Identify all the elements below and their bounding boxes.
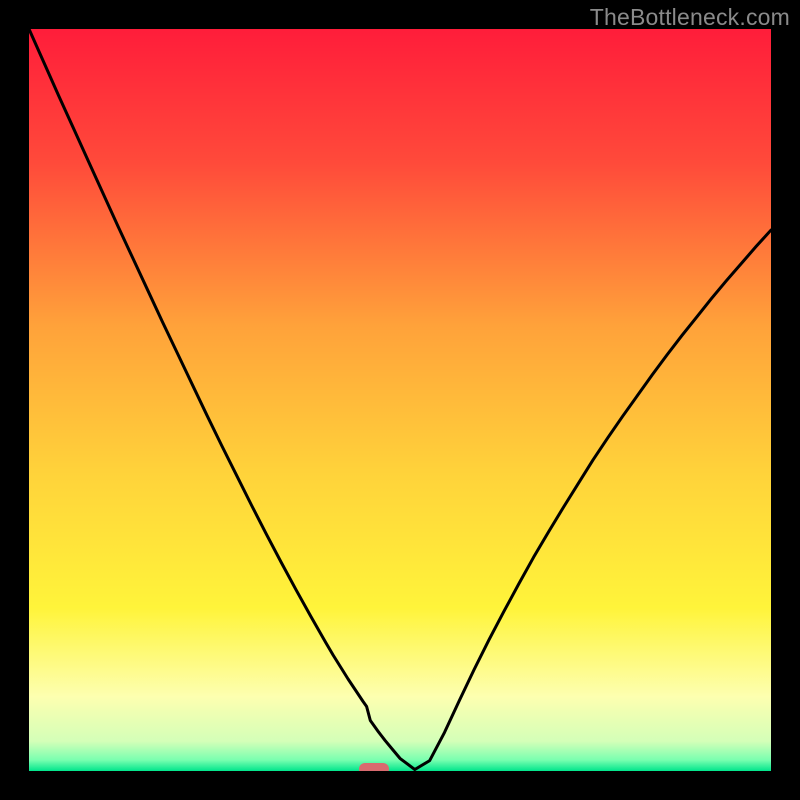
plot-area [29, 29, 771, 771]
optimal-marker [359, 763, 389, 771]
bottleneck-curve [29, 29, 771, 771]
chart-frame: TheBottleneck.com [0, 0, 800, 800]
watermark-text: TheBottleneck.com [590, 4, 790, 31]
